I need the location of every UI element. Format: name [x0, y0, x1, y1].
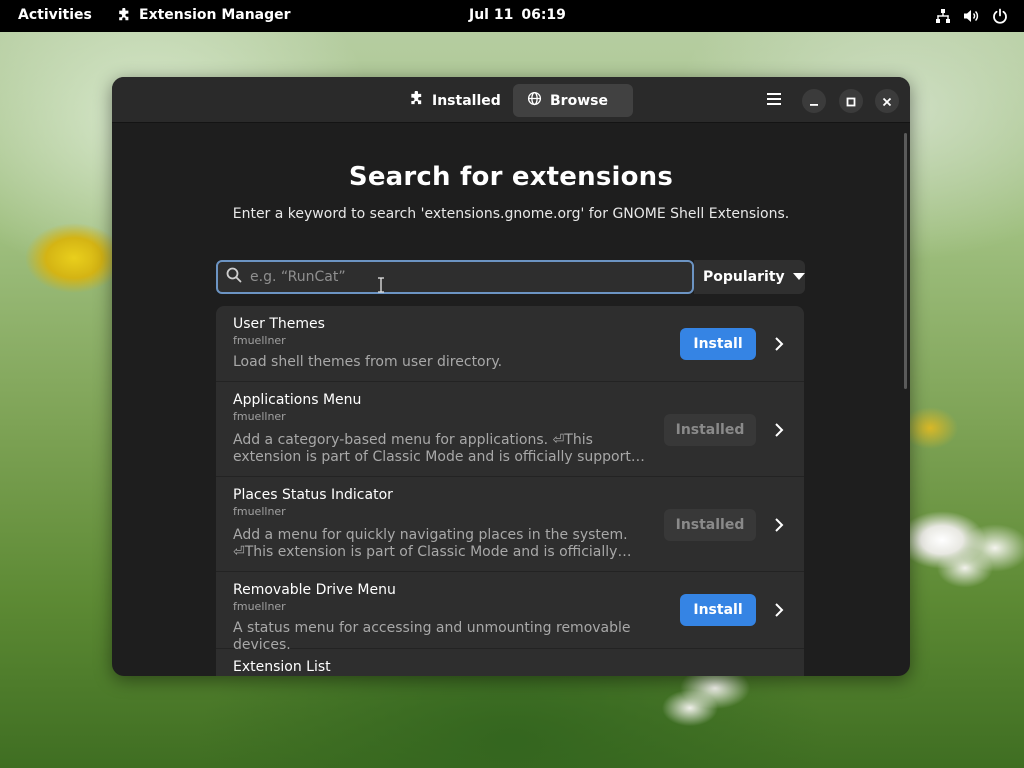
installed-button: Installed [664, 414, 756, 446]
extension-author: fmuellner [233, 410, 286, 423]
text-cursor-icon [377, 277, 385, 297]
list-item[interactable]: Places Status Indicator fmuellner Add a … [216, 477, 804, 572]
clock-date: Jul 11 [469, 7, 514, 23]
chevron-right-icon[interactable] [774, 517, 784, 537]
close-icon [882, 92, 892, 111]
extension-author: fmuellner [233, 600, 286, 613]
page-title: Search for extensions [348, 162, 674, 192]
system-tray[interactable] [935, 8, 1008, 24]
maximize-icon [846, 92, 856, 111]
results-list: User Themes fmuellner Load shell themes … [216, 306, 804, 676]
tab-installed-label: Installed [432, 92, 501, 109]
app-name: Extension Manager [139, 7, 291, 23]
sort-dropdown[interactable]: Popularity [694, 260, 805, 294]
clock-time: 06:19 [521, 7, 566, 23]
extension-author: fmuellner [233, 505, 286, 518]
extension-name: Places Status Indicator [233, 487, 393, 503]
chevron-right-icon[interactable] [774, 336, 784, 356]
list-item[interactable]: User Themes fmuellner Load shell themes … [216, 306, 804, 382]
extension-name: Applications Menu [233, 392, 362, 408]
close-button[interactable] [875, 89, 899, 113]
puzzle-icon [409, 90, 424, 110]
tab-browse-label: Browse [550, 92, 608, 109]
top-bar: Activities Extension Manager Jul 11 06:19 [0, 0, 1024, 32]
chevron-right-icon[interactable] [774, 602, 784, 622]
power-icon [992, 8, 1008, 24]
activities-button[interactable]: Activities [18, 7, 92, 23]
chevron-right-icon[interactable] [774, 422, 784, 442]
extension-name: Extension List [233, 659, 331, 675]
tab-browse[interactable]: Browse [513, 84, 633, 117]
clock[interactable]: Jul 11 06:19 [469, 7, 566, 23]
extension-author: fmuellner [233, 334, 286, 347]
main-menu-button[interactable] [762, 88, 786, 112]
extension-description: Add a menu for quickly navigating places… [233, 527, 628, 560]
search-input[interactable] [250, 269, 692, 285]
install-button[interactable]: Install [680, 594, 756, 626]
globe-icon [527, 91, 542, 110]
page-subtitle: Enter a keyword to search 'extensions.gn… [232, 206, 790, 222]
maximize-button[interactable] [839, 89, 863, 113]
extension-description: Add a category-based menu for applicatio… [233, 432, 649, 465]
list-item[interactable]: Extension List [216, 649, 804, 676]
browse-page: Search for extensions Enter a keyword to… [112, 124, 910, 676]
volume-icon [963, 8, 980, 24]
app-menu[interactable]: Extension Manager [117, 7, 291, 23]
tab-installed[interactable]: Installed [395, 84, 505, 117]
hamburger-menu-icon [766, 91, 782, 110]
list-item[interactable]: Applications Menu fmuellner Add a catego… [216, 382, 804, 477]
puzzle-icon [117, 8, 131, 22]
minimize-icon [809, 92, 819, 111]
extension-name: User Themes [233, 316, 325, 332]
extension-description: Load shell themes from user directory. [233, 354, 503, 370]
install-button[interactable]: Install [680, 328, 756, 360]
extension-name: Removable Drive Menu [233, 582, 396, 598]
search-icon [226, 267, 242, 287]
sort-dropdown-label: Popularity [703, 269, 785, 285]
extension-manager-window: Installed Browse Search for extensions E… [112, 77, 910, 676]
network-icon [935, 8, 951, 24]
search-box[interactable] [216, 260, 694, 294]
installed-button: Installed [664, 509, 756, 541]
dropdown-arrow-icon [792, 269, 805, 285]
header-bar: Installed Browse [112, 77, 910, 123]
minimize-button[interactable] [802, 89, 826, 113]
list-item[interactable]: Removable Drive Menu fmuellner A status … [216, 572, 804, 653]
